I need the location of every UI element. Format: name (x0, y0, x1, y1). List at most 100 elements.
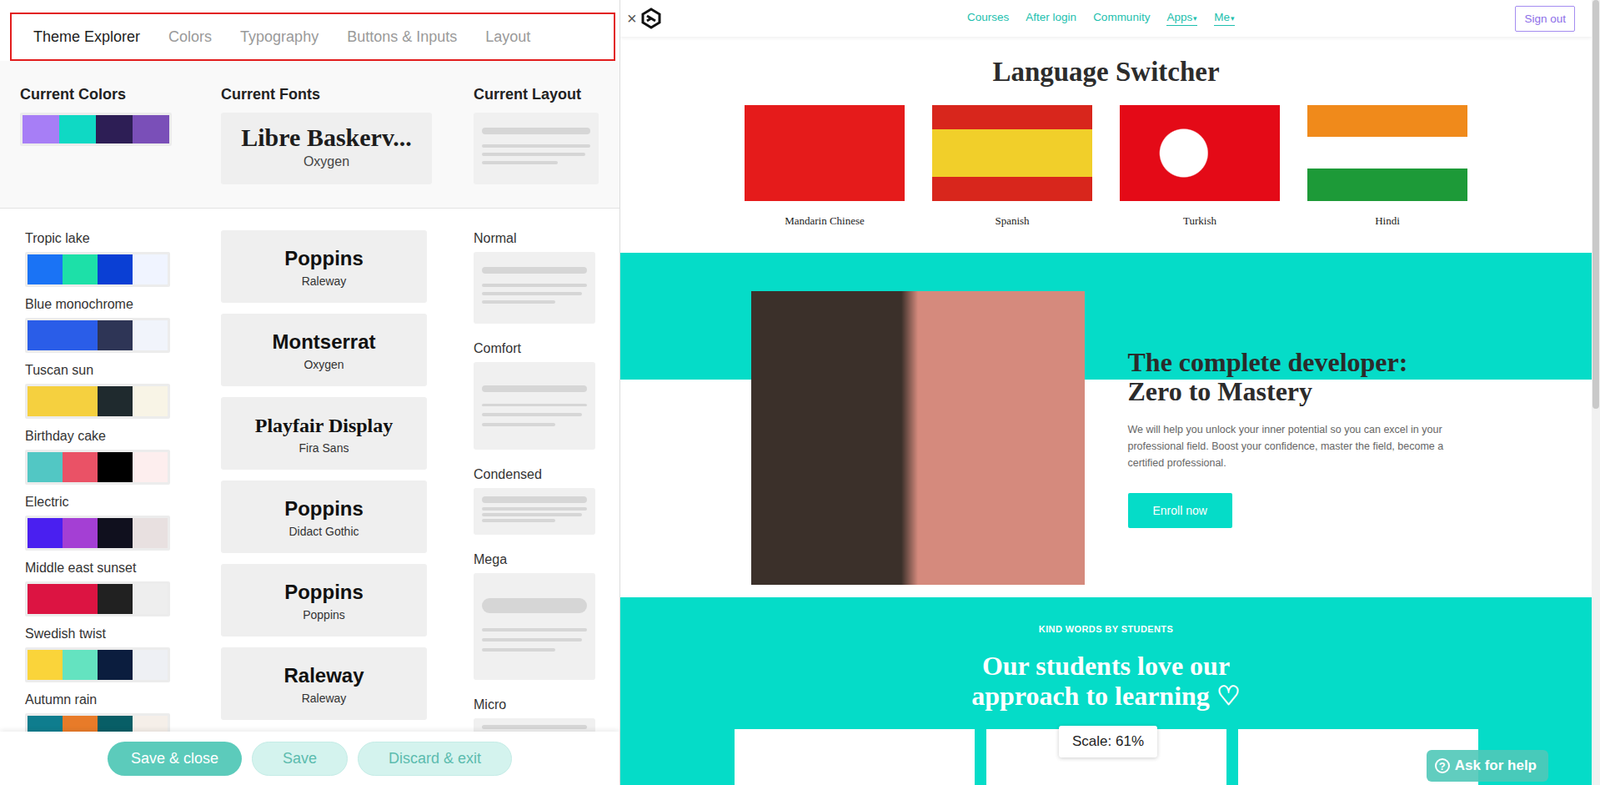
color-swatch (97, 583, 133, 614)
color-swatch (27, 715, 63, 732)
color-swatch (132, 320, 168, 351)
theme-editor-screen: Theme Explorer Colors Typography Buttons & … (0, 0, 1600, 785)
color-swatch (132, 451, 168, 482)
font-pair-card[interactable]: Poppins Poppins (220, 563, 427, 637)
tab[interactable]: Layout (485, 28, 531, 46)
color-swatch (62, 254, 98, 285)
color-swatch (27, 583, 63, 614)
color-swatch (97, 649, 133, 680)
color-swatch (97, 320, 133, 351)
color-swatch (62, 583, 98, 614)
nav-link[interactable]: Apps▾ (1166, 10, 1198, 26)
current-colors-title: Current Colors (20, 84, 201, 105)
tab[interactable]: Typography (240, 28, 319, 46)
font-pair-card[interactable]: Montserrat Oxygen (220, 313, 427, 387)
current-layout-title: Current Layout (473, 84, 599, 105)
tab[interactable]: Buttons & Inputs (346, 28, 457, 46)
hero-image (751, 290, 1085, 585)
color-swatch (22, 115, 60, 144)
color-swatch (27, 386, 63, 417)
color-swatch (59, 115, 96, 144)
current-fonts-title: Current Fonts (220, 84, 432, 105)
layout-option[interactable]: Condensed (473, 466, 596, 535)
color-swatch (27, 649, 63, 680)
palette-item[interactable]: Tropic lake (25, 230, 201, 287)
scale-badge: Scale: 61% (1058, 725, 1158, 758)
hero-text: We will help you unlock your inner poten… (1128, 421, 1462, 472)
flag-image (1119, 105, 1280, 201)
color-swatch (62, 451, 98, 482)
layout-option[interactable]: Mega (473, 551, 596, 680)
palette-item[interactable]: Tuscan sun (25, 361, 201, 419)
font-pair-list: Poppins Raleway Montserrat Oxygen Playfair… (220, 230, 427, 732)
close-button[interactable]: × (626, 10, 637, 27)
enroll-button[interactable]: Enroll now (1128, 492, 1233, 528)
site-nav: × Courses After login Community Apps▾ Me▾ Si… (620, 0, 1592, 37)
color-swatch (27, 320, 63, 351)
color-swatch (97, 451, 133, 482)
nav-link[interactable]: After login (1025, 10, 1077, 26)
current-theme: Current Colors Current Fonts Libre Baske… (0, 60, 620, 209)
language-option[interactable]: Mandarin Chinese (744, 105, 905, 228)
action-button[interactable]: Save & close (107, 741, 242, 776)
nav-link[interactable]: Me▾ (1213, 10, 1235, 26)
hero-section: The complete developer: Zero to Mastery … (620, 252, 1592, 597)
palette-list: Tropic lake Blue monochrome Tuscan sun B… (20, 230, 201, 732)
tab[interactable]: Theme Explorer (33, 28, 141, 46)
current-layout-card (473, 112, 599, 185)
palette-item[interactable]: Electric (25, 493, 201, 551)
color-swatch (132, 386, 168, 417)
palette-item[interactable]: Birthday cake (25, 427, 201, 485)
help-icon: ? (1434, 757, 1450, 773)
scrollbar[interactable] (1591, 0, 1600, 785)
color-swatch (97, 386, 133, 417)
color-swatch (62, 386, 98, 417)
palette-item[interactable]: Swedish twist (25, 625, 201, 683)
sign-out-button[interactable]: Sign out (1514, 5, 1575, 32)
color-swatch (132, 649, 168, 680)
help-button[interactable]: ?Ask for help (1426, 749, 1549, 782)
font-pair-card[interactable]: Poppins Didact Gothic (220, 480, 427, 553)
font-pair-card[interactable]: Poppins Raleway (220, 230, 427, 303)
logo-icon[interactable] (640, 7, 663, 30)
tab[interactable]: Colors (168, 28, 212, 46)
font-pair-card[interactable]: Playfair Display Fira Sans (220, 396, 427, 470)
language-option[interactable]: Turkish (1119, 105, 1280, 228)
color-swatch (132, 115, 170, 144)
font-pair-card[interactable]: Raleway Raleway (220, 647, 427, 720)
action-bar: Save & close Save Discard & exit (0, 731, 620, 785)
layout-option[interactable]: Micro (473, 696, 596, 732)
layout-option[interactable]: Comfort (473, 340, 596, 450)
palette-item[interactable]: Middle east sunset (25, 559, 201, 617)
color-swatch (27, 451, 63, 482)
nav-link[interactable]: Courses (967, 10, 1009, 26)
current-fonts-card: Libre Baskerv... Oxygen (220, 112, 432, 185)
tab-bar: Theme Explorer Colors Typography Buttons & … (0, 0, 620, 61)
palette-item[interactable]: Autumn rain (25, 691, 201, 732)
flag-image (744, 105, 905, 201)
color-swatch (132, 583, 168, 614)
color-swatch (97, 254, 133, 285)
color-swatch (62, 649, 98, 680)
color-swatch (132, 254, 168, 285)
testimonial-card (734, 728, 975, 785)
theme-options: Tropic lake Blue monochrome Tuscan sun B… (0, 208, 620, 732)
language-option[interactable]: Hindi (1307, 105, 1468, 228)
theme-editor-panel: Theme Explorer Colors Typography Buttons & … (0, 0, 621, 785)
palette-item[interactable]: Blue monochrome (25, 295, 201, 353)
hero-title: The complete developer: Zero to Mastery (1128, 347, 1454, 407)
nav-link[interactable]: Community (1093, 10, 1150, 26)
color-swatch (132, 517, 168, 548)
site-preview: × Courses After login Community Apps▾ Me▾ Si… (620, 0, 1600, 785)
language-switcher: Language Switcher Mandarin Chinese Spani… (620, 36, 1592, 253)
layout-option[interactable]: Normal (473, 230, 596, 324)
current-colors-swatch (20, 112, 172, 146)
preview-page: × Courses After login Community Apps▾ Me▾ Si… (620, 0, 1592, 785)
language-option[interactable]: Spanish (932, 105, 1093, 228)
color-swatch (62, 320, 98, 351)
color-swatch (97, 517, 133, 548)
color-swatch (62, 517, 98, 548)
color-swatch (27, 254, 63, 285)
action-button[interactable]: Discard & exit (357, 741, 512, 776)
action-button[interactable]: Save (251, 741, 348, 776)
